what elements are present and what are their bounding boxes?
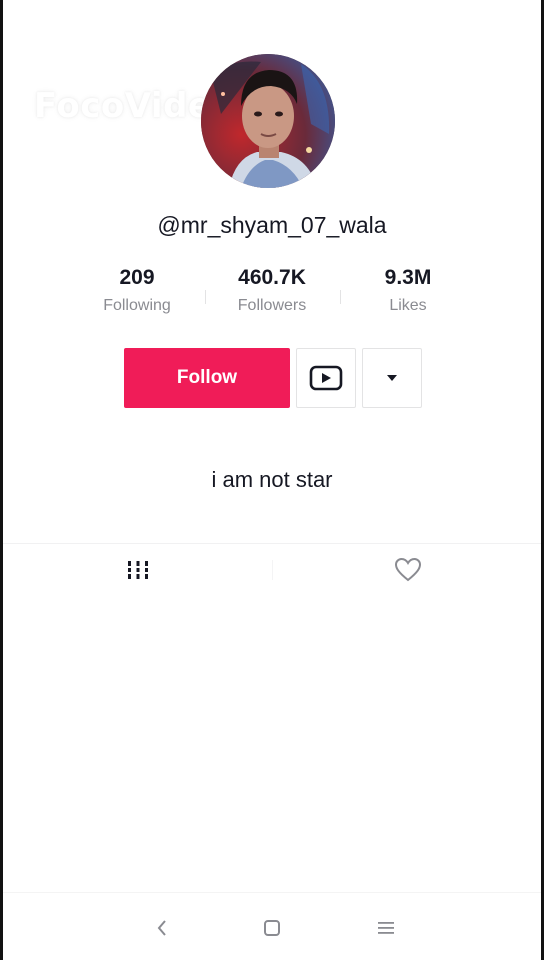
grid-videos-icon xyxy=(126,561,150,579)
home-button[interactable] xyxy=(257,913,287,943)
menu-button[interactable] xyxy=(371,913,401,943)
heart-icon xyxy=(394,557,422,582)
profile-bio: i am not star xyxy=(211,467,333,492)
tabs-divider xyxy=(3,543,541,544)
profile-screen: FocoVideo @mr_shyam_07_wala 209 Followin… xyxy=(0,0,544,960)
tab-divider xyxy=(272,560,273,580)
menu-icon xyxy=(378,922,394,934)
username: @mr_shyam_07_wala xyxy=(157,212,387,238)
back-icon xyxy=(157,920,166,936)
followers-count: 460.7K xyxy=(238,266,306,289)
stat-followers[interactable]: 460.7K Followers xyxy=(202,266,342,315)
following-label: Following xyxy=(103,297,171,314)
dropdown-arrow-icon xyxy=(387,375,397,381)
followers-label: Followers xyxy=(237,297,307,314)
following-count: 209 xyxy=(119,266,155,289)
youtube-button[interactable] xyxy=(296,348,356,408)
follow-button[interactable]: Follow xyxy=(124,348,290,408)
stat-following[interactable]: 209 Following xyxy=(67,266,207,315)
tab-videos[interactable] xyxy=(118,552,158,588)
tab-liked[interactable] xyxy=(388,552,428,588)
likes-count: 9.3M xyxy=(384,266,432,289)
more-dropdown-button[interactable] xyxy=(362,348,422,408)
system-nav-bar xyxy=(3,892,541,960)
back-button[interactable] xyxy=(147,913,177,943)
likes-label: Likes xyxy=(389,297,427,314)
avatar-image xyxy=(201,54,335,188)
avatar[interactable] xyxy=(201,54,335,188)
stat-likes[interactable]: 9.3M Likes xyxy=(338,266,478,315)
youtube-icon xyxy=(309,365,343,391)
home-icon xyxy=(264,920,280,936)
